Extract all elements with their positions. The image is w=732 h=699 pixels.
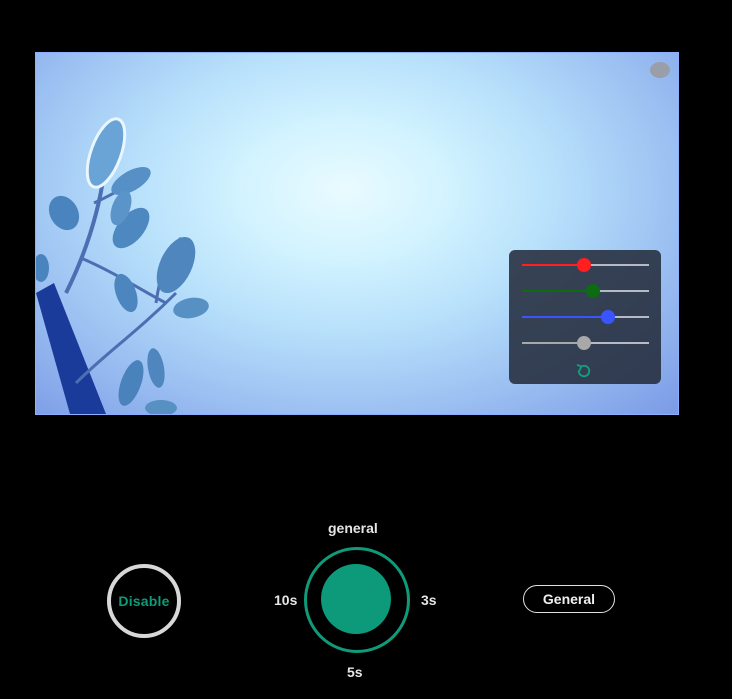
red-slider[interactable]: [522, 258, 649, 272]
general-mode-button-label: General: [542, 591, 596, 607]
camera-app: general Disable 10s 3s 5s General: [0, 0, 732, 699]
camera-preview: [35, 52, 679, 415]
brightness-slider-thumb[interactable]: [577, 336, 591, 350]
general-mode-button[interactable]: General: [523, 585, 615, 613]
mode-title: general: [328, 520, 378, 536]
timer-10s-option[interactable]: 10s: [274, 592, 297, 608]
shutter-button[interactable]: [321, 564, 391, 634]
options-dot-button[interactable]: [650, 62, 670, 78]
red-slider-thumb[interactable]: [577, 258, 591, 272]
green-slider[interactable]: [522, 284, 649, 298]
disable-button[interactable]: Disable: [107, 564, 181, 638]
brightness-slider[interactable]: [522, 336, 649, 350]
color-adjust-panel: [509, 250, 661, 384]
blue-slider[interactable]: [522, 310, 649, 324]
timer-3s-option[interactable]: 3s: [421, 592, 437, 608]
disable-button-label: Disable: [118, 593, 170, 609]
blue-slider-thumb[interactable]: [601, 310, 615, 324]
timer-5s-option[interactable]: 5s: [347, 664, 363, 680]
refresh-icon[interactable]: [575, 362, 593, 380]
green-slider-thumb[interactable]: [586, 284, 600, 298]
